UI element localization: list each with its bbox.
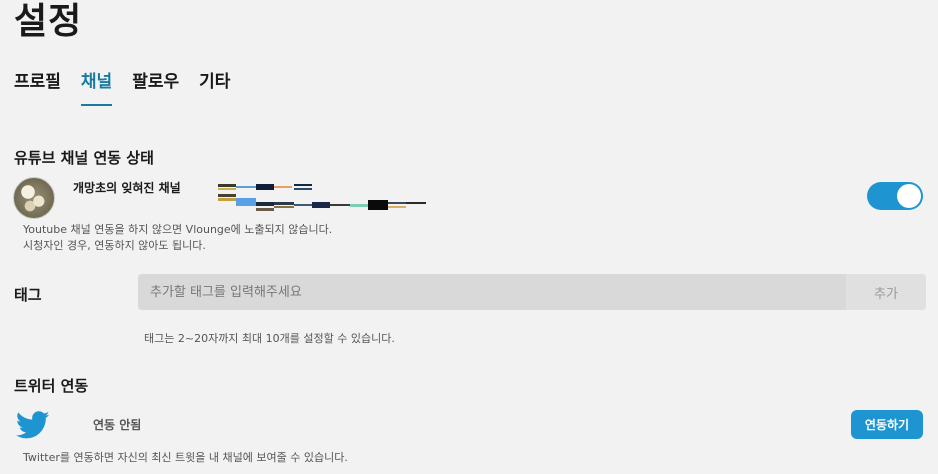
twitter-section-title: 트위터 연동 [14,377,89,395]
channel-avatar [13,177,55,219]
tag-label: 태그 [14,286,42,304]
channel-name: 개망초의 잊혀진 채널 [73,181,181,195]
twitter-bird-icon [16,411,50,439]
youtube-help-line2: 시청자인 경우, 연동하지 않아도 됩니다. [23,239,206,252]
settings-tabs: 프로필 채널 팔로우 기타 [14,70,230,106]
tab-etc[interactable]: 기타 [199,70,230,106]
youtube-section-title: 유튜브 채널 연동 상태 [14,149,154,167]
tab-follow[interactable]: 팔로우 [132,70,179,106]
toggle-knob [897,184,921,208]
youtube-link-toggle[interactable] [867,182,923,210]
page-title: 설정 [14,1,83,42]
redacted-channel-info [218,184,426,211]
twitter-link-button[interactable]: 연동하기 [851,410,923,439]
tag-input[interactable] [138,274,846,310]
tab-profile[interactable]: 프로필 [14,70,61,106]
tag-help: 태그는 2~20자까지 최대 10개를 설정할 수 있습니다. [144,332,395,345]
youtube-help-line1: Youtube 채널 연동을 하지 않으면 Vlounge에 노출되지 않습니다… [23,223,333,236]
twitter-help: Twitter를 연동하면 자신의 최신 트윗을 내 채널에 보여줄 수 있습니… [23,451,348,464]
tab-channel[interactable]: 채널 [80,70,113,106]
tag-add-button[interactable]: 추가 [846,274,926,310]
twitter-status: 연동 안됨 [93,418,142,432]
